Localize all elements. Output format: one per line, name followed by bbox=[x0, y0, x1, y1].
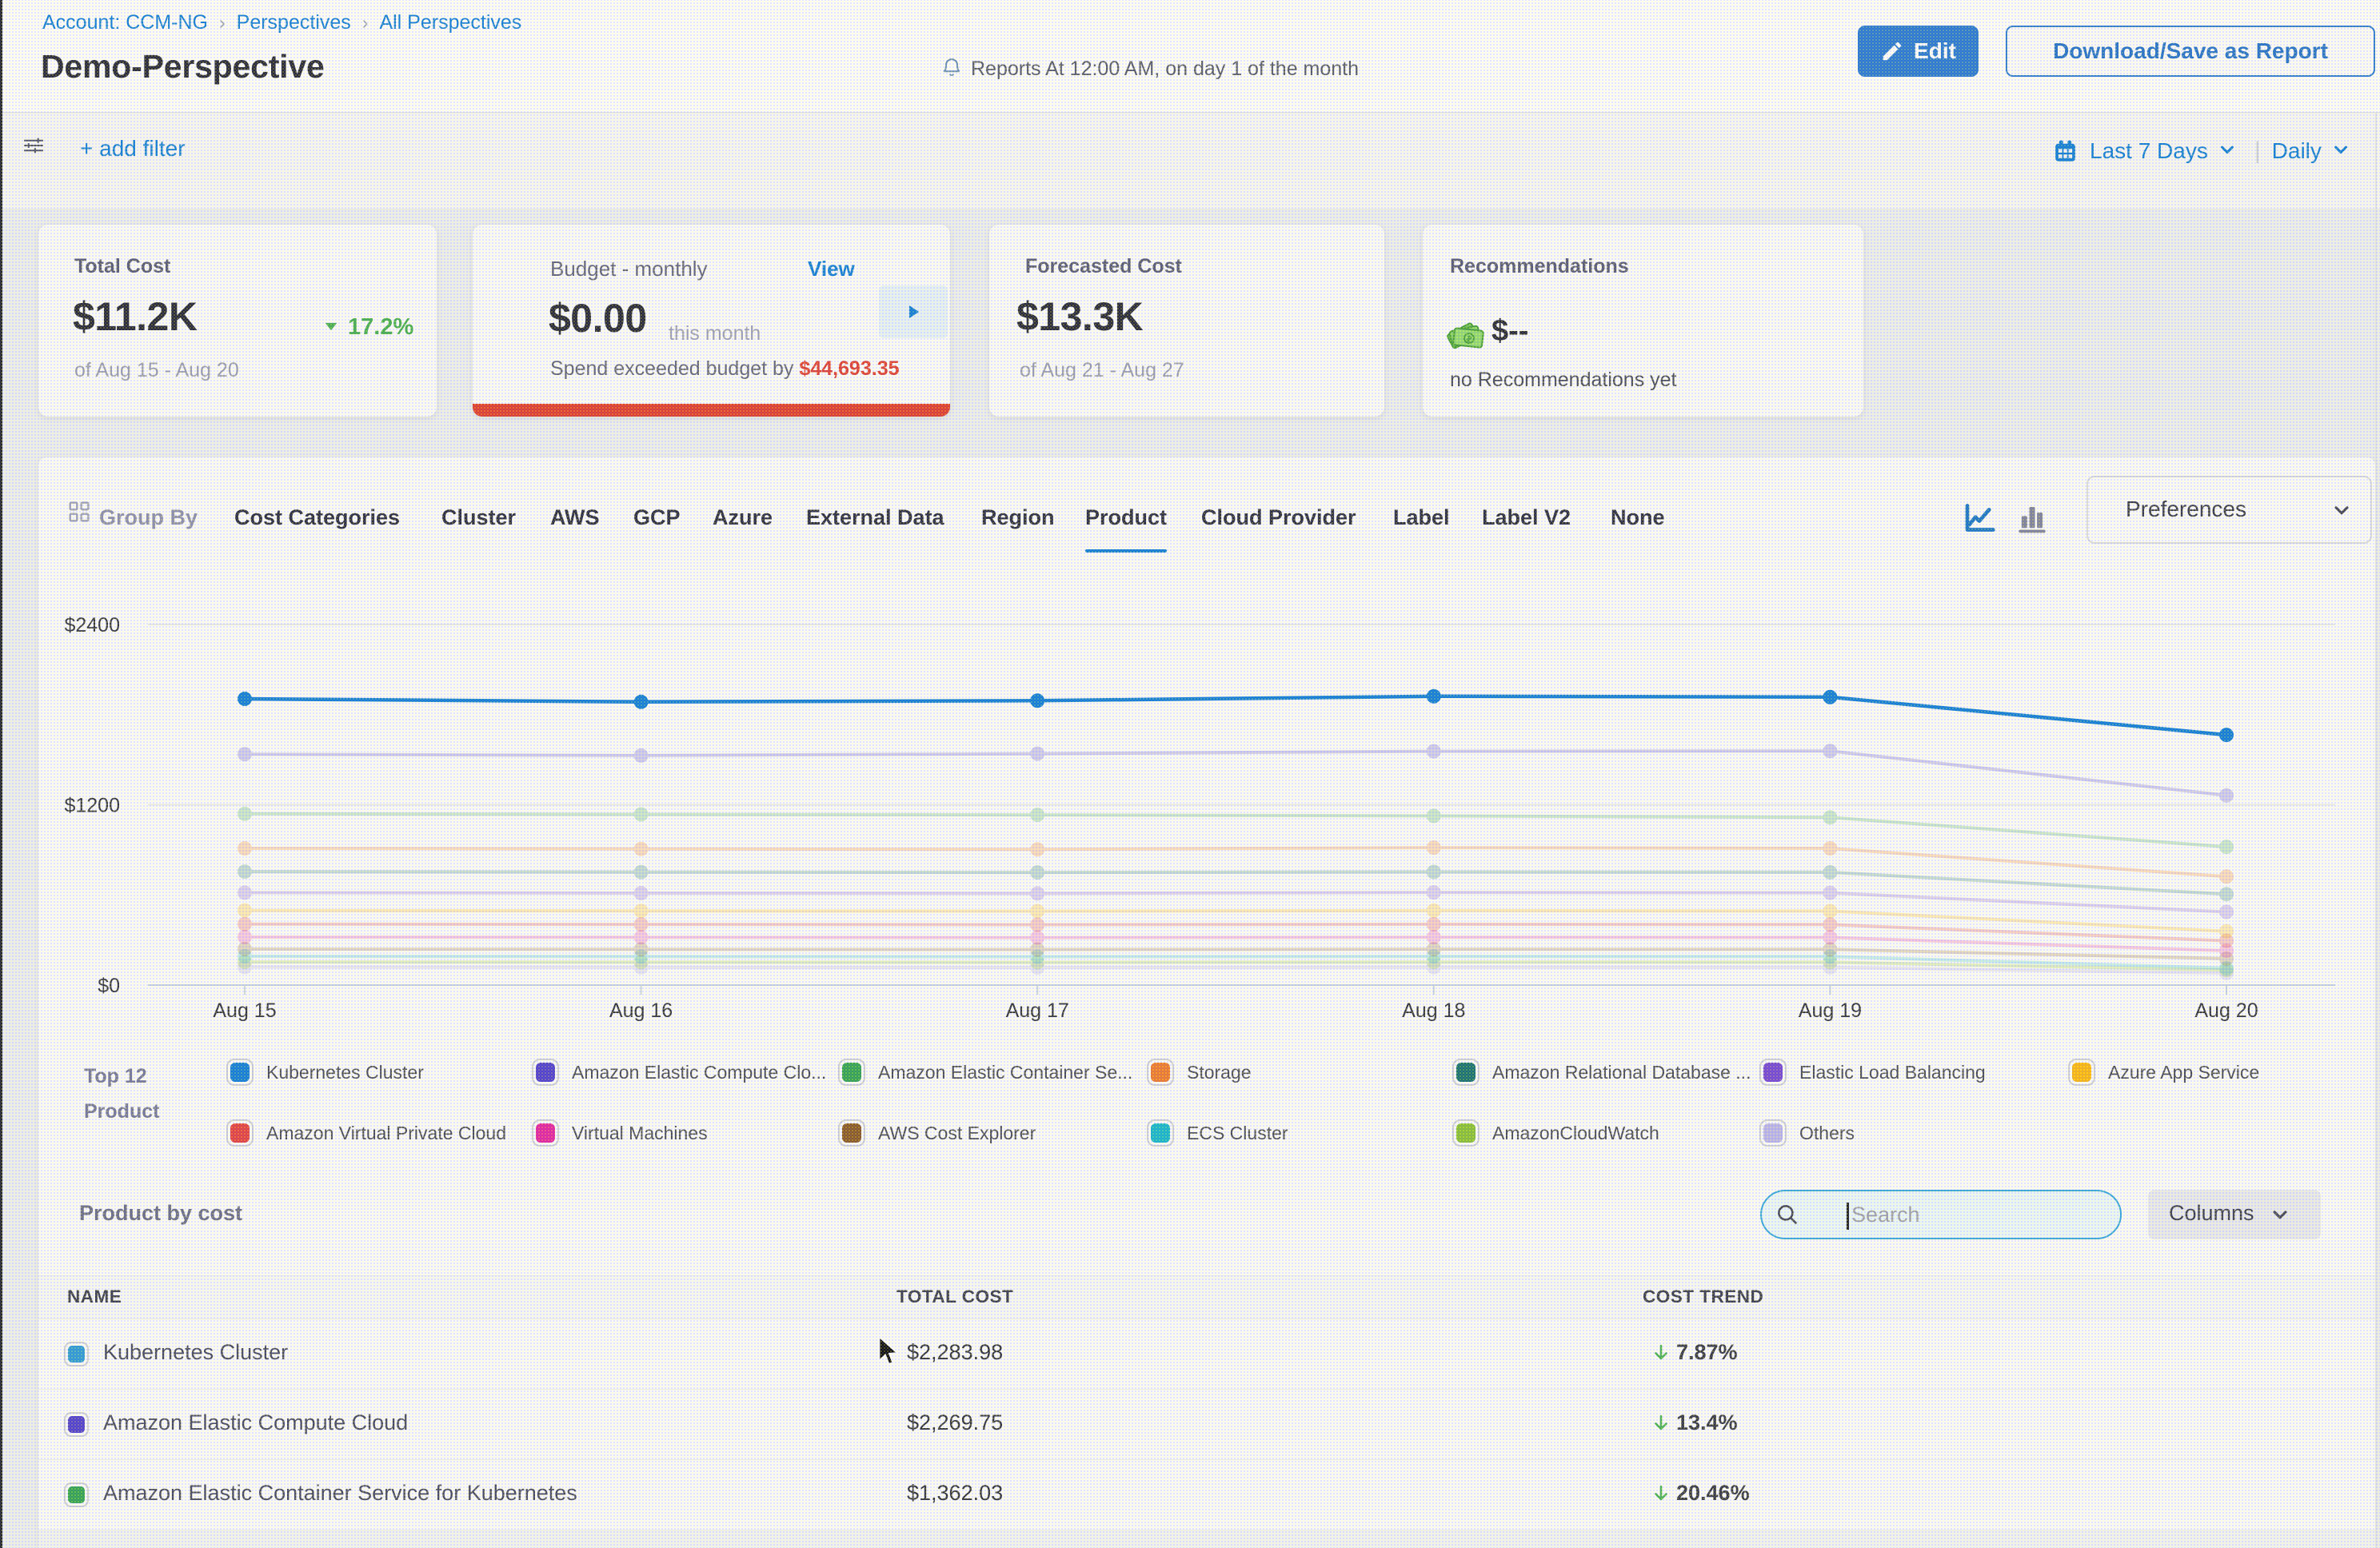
svg-text:$0: $0 bbox=[98, 975, 120, 997]
svg-text:Aug 19: Aug 19 bbox=[1799, 999, 1862, 1022]
svg-text:Aug 16: Aug 16 bbox=[609, 999, 673, 1022]
svg-text:$1200: $1200 bbox=[64, 794, 120, 816]
svg-text:$2400: $2400 bbox=[64, 614, 120, 636]
svg-text:Aug 15: Aug 15 bbox=[213, 999, 276, 1022]
svg-text:Aug 20: Aug 20 bbox=[2194, 999, 2258, 1022]
svg-text:Aug 17: Aug 17 bbox=[1006, 999, 1069, 1022]
svg-text:Aug 18: Aug 18 bbox=[1402, 999, 1465, 1022]
